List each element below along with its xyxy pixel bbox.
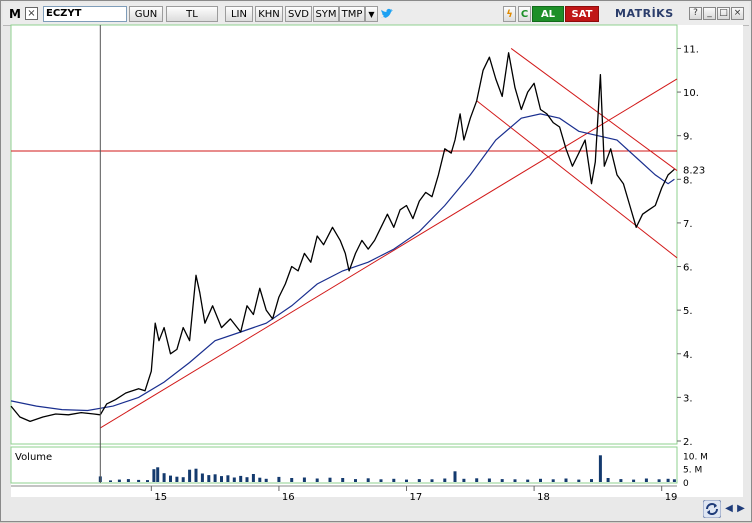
volume-bar — [405, 479, 408, 482]
volume-bar — [606, 478, 610, 482]
volume-bar — [213, 474, 217, 482]
volume-bar — [632, 479, 636, 482]
volume-bar — [264, 478, 268, 482]
y-tick-label: 9. — [683, 132, 693, 143]
volume-bar — [258, 477, 262, 482]
volume-bar — [341, 478, 345, 482]
volume-bar — [666, 478, 670, 482]
volume-bar — [551, 479, 555, 482]
volume-bar — [152, 469, 156, 482]
volume-bar — [277, 476, 281, 482]
volume-title: Volume — [15, 452, 52, 463]
y-tick-label: 11. — [683, 44, 699, 55]
volume-bar — [251, 474, 255, 482]
price-chart[interactable]: 11.10.9.8.7.6.5.4.3.2.8.2315 16 17 18 19Volu… — [1, 1, 752, 523]
volume-bar — [657, 479, 661, 482]
volume-bar — [109, 480, 112, 482]
volume-bar — [290, 478, 294, 482]
volume-bar — [245, 477, 249, 482]
volume-bar — [417, 479, 421, 482]
volume-bar — [526, 479, 530, 482]
y-tick-label: 4. — [683, 350, 693, 361]
chart-footer: ◀ ▶ — [1, 497, 751, 521]
volume-bar — [302, 477, 306, 482]
volume-bar — [379, 479, 383, 482]
volume-bar — [392, 478, 396, 482]
y-tick-label: 10. — [683, 88, 699, 99]
volume-bar — [564, 478, 568, 482]
volume-bar — [146, 480, 149, 482]
volume-bar — [487, 478, 491, 482]
volume-bar — [169, 475, 172, 482]
y-tick-label: 2. — [683, 437, 693, 448]
volume-bar — [577, 479, 581, 482]
volume-bar — [462, 478, 466, 482]
volume-bar — [194, 468, 198, 482]
volume-bar — [232, 477, 236, 482]
volume-bar — [619, 479, 623, 482]
volume-bar — [513, 479, 517, 482]
volume-bar — [175, 476, 179, 482]
volume-bar — [126, 479, 130, 482]
volume-bar — [220, 476, 223, 482]
volume-bar — [644, 478, 648, 482]
volume-tick-label: 10. M — [683, 452, 708, 462]
volume-bar — [315, 478, 319, 482]
volume-bar — [328, 477, 332, 482]
volume-bar — [453, 471, 457, 482]
volume-bar — [181, 477, 185, 482]
volume-bar — [226, 475, 230, 482]
y-tick-label: 6. — [683, 263, 693, 274]
volume-bar — [430, 479, 434, 482]
volume-bar — [188, 469, 192, 482]
chart-window: M × ECZYT GUN TL LIN KHN SVD SYM TMP ▼ ϟ… — [0, 0, 752, 522]
refresh-icon[interactable] — [703, 500, 721, 518]
volume-bar — [539, 478, 542, 482]
y-tick-label: 3. — [683, 393, 693, 404]
volume-tick-label: 0 — [683, 479, 689, 489]
volume-bar — [239, 475, 243, 482]
volume-bar — [354, 479, 357, 482]
volume-bar — [156, 467, 160, 482]
volume-bar — [475, 478, 479, 482]
scroll-left-icon[interactable]: ◀ — [723, 503, 735, 515]
volume-bar — [443, 478, 447, 482]
volume-bar — [200, 473, 204, 482]
volume-bar — [117, 479, 121, 482]
y-tick-label: 5. — [683, 306, 693, 317]
volume-bar — [366, 478, 370, 482]
volume-bar — [162, 473, 166, 482]
scroll-right-icon[interactable]: ▶ — [735, 503, 747, 515]
volume-bar — [500, 479, 504, 482]
volume-bar — [590, 479, 593, 482]
y-tick-label: 8. — [683, 175, 693, 186]
volume-bar — [672, 479, 676, 482]
volume-bar — [207, 475, 211, 482]
y-tick-label: 7. — [683, 219, 693, 230]
volume-tick-label: 5. M — [683, 466, 702, 476]
volume-bar — [598, 455, 602, 482]
last-price-label: 8.23 — [683, 165, 705, 176]
volume-bar — [137, 479, 141, 482]
